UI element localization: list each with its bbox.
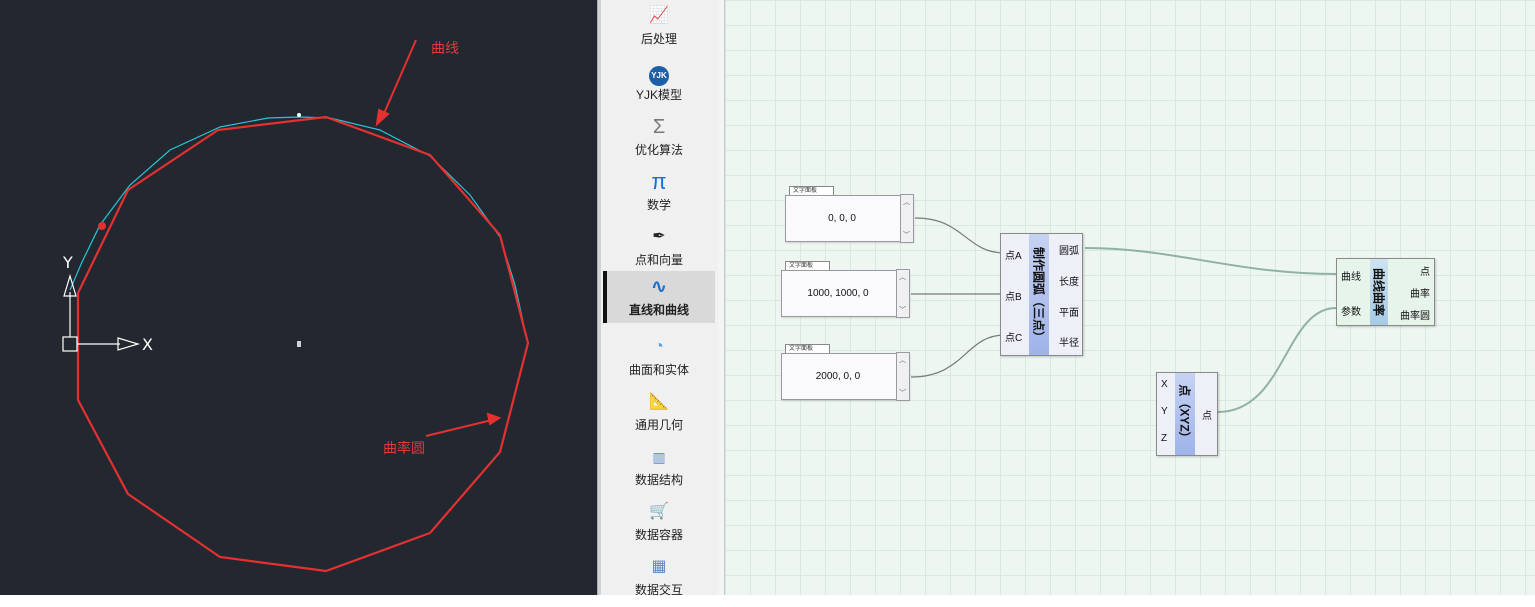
- cad-viewport[interactable]: Y X 曲线 曲率圆: [0, 0, 597, 595]
- surface-icon: ◔: [654, 338, 664, 355]
- output-arc[interactable]: 圆弧: [1059, 242, 1079, 257]
- input-z[interactable]: Z: [1161, 433, 1167, 444]
- palette-item-label: 后处理: [640, 32, 677, 46]
- input-point-a[interactable]: 点A: [1005, 247, 1022, 262]
- text-panel-2[interactable]: 文字面板 1000, 1000, 0 ︿ ﹀: [781, 261, 910, 318]
- point-xyz-component[interactable]: X Y Z 点（XYZ） 点: [1156, 372, 1218, 456]
- cad-drawing: Y X: [62, 39, 530, 573]
- palette-item-label: 直线和曲线: [628, 303, 689, 317]
- palette-item-general-geometry[interactable]: 📐 通用几何: [603, 390, 715, 442]
- wire-panel1-arc: [914, 217, 1006, 254]
- axis-y-label: Y: [62, 253, 73, 272]
- palette-item-yjk-model[interactable]: YJK YJK模型: [603, 60, 715, 112]
- palette-item-point-vector[interactable]: ✒ 点和向量: [603, 225, 715, 277]
- wire-panel3-arc: [910, 334, 1006, 378]
- wire-arc-curvature: [1084, 247, 1337, 275]
- component-title: 曲线曲率: [1371, 267, 1386, 317]
- ucs-axis-icon: [62, 273, 141, 352]
- output-point[interactable]: 点: [1420, 263, 1430, 278]
- component-title: 制作圆弧（三点）: [1031, 246, 1046, 343]
- building-icon: ▦: [651, 558, 667, 575]
- curve-polyline: [69, 116, 528, 341]
- palette-item-line-curve[interactable]: ∿ 直线和曲线: [603, 271, 715, 323]
- output-curvature-circle[interactable]: 曲率圆: [1400, 307, 1430, 322]
- input-parameter[interactable]: 参数: [1341, 303, 1361, 318]
- palette-item-label: 数据交互: [634, 583, 683, 597]
- output-radius[interactable]: 半径: [1059, 334, 1079, 349]
- input-point-b[interactable]: 点B: [1005, 288, 1022, 303]
- cart-icon: 🛒: [649, 503, 669, 520]
- palette-item-postprocess[interactable]: 📈 后处理: [603, 4, 715, 56]
- text-panel-1[interactable]: 文字面板 0, 0, 0 ︿ ﹀: [785, 186, 914, 243]
- yjk-logo-icon: YJK: [603, 60, 715, 86]
- panel-value[interactable]: 1000, 1000, 0: [807, 288, 868, 299]
- input-point-c[interactable]: 点C: [1005, 329, 1022, 344]
- panel-value[interactable]: 2000, 0, 0: [816, 371, 860, 382]
- curve-point-marker: [98, 222, 106, 230]
- output-length[interactable]: 长度: [1059, 273, 1079, 288]
- chart-icon: 📈: [649, 7, 669, 24]
- palette-item-data-structure[interactable]: ▥ 数据结构: [603, 445, 715, 497]
- palette-item-label: 数据结构: [634, 473, 683, 487]
- output-point[interactable]: 点: [1202, 407, 1212, 422]
- panel-scrollbar[interactable]: ︿ ﹀: [900, 194, 914, 243]
- palette-item-data-interaction[interactable]: ▦ 数据交互: [603, 555, 715, 607]
- point-vector-icon: ✒: [652, 228, 666, 245]
- node-canvas[interactable]: 文字面板 0, 0, 0 ︿ ﹀ 文字面板 1000, 1000, 0 ︿ ﹀ 文字…: [725, 0, 1535, 595]
- palette-item-label: 曲面和实体: [628, 363, 689, 377]
- component-title: 点（XYZ）: [1177, 384, 1192, 444]
- panel-scrollbar[interactable]: ︿ ﹀: [896, 352, 910, 401]
- circle-annotation-arrow: [425, 419, 493, 437]
- palette-item-label: 通用几何: [634, 418, 683, 432]
- text-panel-3[interactable]: 文字面板 2000, 0, 0 ︿ ﹀: [781, 344, 910, 401]
- curve-top-marker: [297, 113, 301, 117]
- wire-point-curvature: [1217, 307, 1337, 413]
- input-curve[interactable]: 曲线: [1341, 268, 1361, 283]
- panel-value[interactable]: 0, 0, 0: [828, 213, 856, 224]
- palette-item-math[interactable]: π 数学: [603, 170, 715, 222]
- curvature-circle-annotation-label: 曲率圆: [383, 440, 425, 456]
- palette-scrollbar[interactable]: [718, 0, 725, 595]
- curve-icon: ∿: [650, 276, 668, 298]
- palette-item-label: 点和向量: [634, 253, 683, 267]
- panel-scrollbar[interactable]: ︿ ﹀: [896, 269, 910, 318]
- curve-annotation-arrow: [381, 39, 417, 119]
- center-marker: [297, 341, 301, 347]
- palette-item-label: 数学: [646, 198, 671, 212]
- curve-curvature-component[interactable]: 曲线 参数 曲线曲率 点 曲率 曲率圆: [1336, 258, 1435, 326]
- palette-item-surface-solid[interactable]: ◔ 曲面和实体: [603, 335, 715, 387]
- data-structure-icon: ▥: [652, 449, 666, 465]
- input-y[interactable]: Y: [1161, 406, 1168, 417]
- ruler-icon: 📐: [649, 393, 669, 410]
- palette-item-label: 优化算法: [634, 143, 683, 157]
- arc-three-point-component[interactable]: 点A 点B 点C 制作圆弧（三点） 圆弧 长度 平面 半径: [1000, 233, 1083, 356]
- palette-item-data-container[interactable]: 🛒 数据容器: [603, 500, 715, 552]
- axis-x-label: X: [142, 335, 153, 354]
- palette-item-optimization[interactable]: Σ 优化算法: [603, 115, 715, 167]
- sigma-icon: Σ: [652, 116, 666, 138]
- output-plane[interactable]: 平面: [1059, 304, 1079, 319]
- pi-icon: π: [651, 169, 667, 194]
- curve-annotation-label: 曲线: [431, 40, 459, 56]
- palette-item-label: 数据容器: [634, 528, 683, 542]
- component-palette: 📈 后处理 YJK YJK模型 Σ 优化算法 π 数学 ✒ 点和向量 ∿ 直线和…: [601, 0, 719, 597]
- output-curvature[interactable]: 曲率: [1410, 285, 1430, 300]
- palette-item-label: YJK模型: [635, 88, 682, 102]
- input-x[interactable]: X: [1161, 379, 1168, 390]
